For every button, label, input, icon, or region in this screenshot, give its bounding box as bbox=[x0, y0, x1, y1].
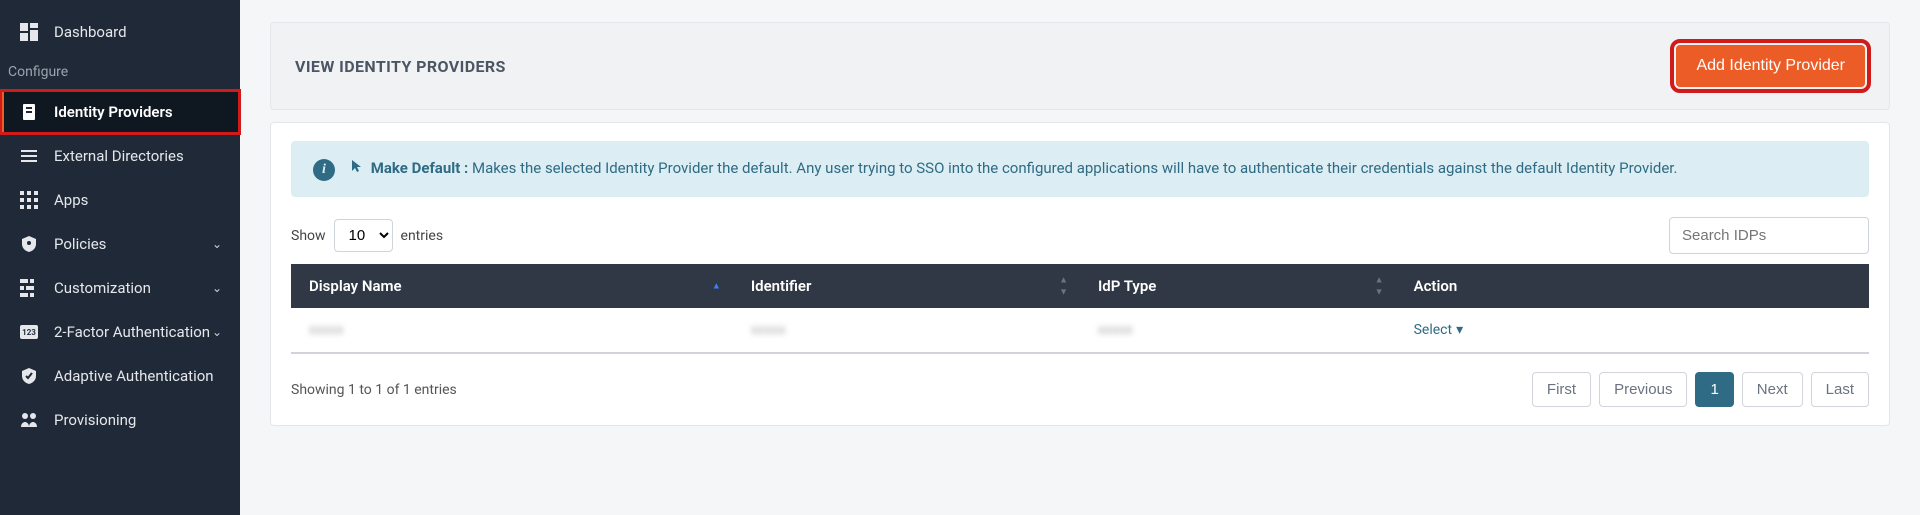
table-summary: Showing 1 to 1 of 1 entries bbox=[291, 382, 457, 398]
identity-icon bbox=[18, 101, 40, 123]
page-last[interactable]: Last bbox=[1811, 372, 1869, 407]
sidebar-item-label: External Directories bbox=[54, 147, 184, 165]
table-row: xxxxx xxxxx xxxxx Select ▾ bbox=[291, 308, 1869, 353]
info-icon: i bbox=[313, 159, 335, 181]
page-next[interactable]: Next bbox=[1742, 372, 1803, 407]
sidebar-item-policies[interactable]: Policies ⌄ bbox=[0, 222, 240, 266]
provisioning-icon bbox=[18, 409, 40, 431]
sidebar: Dashboard Configure Identity Providers E… bbox=[0, 0, 240, 515]
info-body: Makes the selected Identity Provider the… bbox=[472, 159, 1677, 177]
page-number-1[interactable]: 1 bbox=[1695, 372, 1733, 407]
make-default-info: i Make Default : Makes the selected Iden… bbox=[291, 141, 1869, 197]
sidebar-item-label: Customization bbox=[54, 279, 151, 297]
caret-down-icon: ▾ bbox=[1456, 322, 1463, 338]
sidebar-item-identity-providers[interactable]: Identity Providers bbox=[0, 90, 240, 134]
page-first[interactable]: First bbox=[1532, 372, 1591, 407]
panel-header: VIEW IDENTITY PROVIDERS Add Identity Pro… bbox=[270, 22, 1890, 110]
apps-icon bbox=[18, 189, 40, 211]
info-lead: Make Default : bbox=[371, 159, 469, 177]
sidebar-item-label: Adaptive Authentication bbox=[54, 367, 214, 385]
sidebar-item-adaptive-auth[interactable]: Adaptive Authentication bbox=[0, 354, 240, 398]
idp-table: Display Name ▲ Identifier ▲▼ IdP Type ▲▼… bbox=[291, 264, 1869, 354]
sidebar-item-label: Apps bbox=[54, 191, 88, 209]
cursor-icon bbox=[351, 159, 367, 177]
table-controls: Show 10 entries bbox=[291, 217, 1869, 254]
directories-icon bbox=[18, 145, 40, 167]
sidebar-item-2fa[interactable]: 123 2-Factor Authentication ⌄ bbox=[0, 310, 240, 354]
sidebar-item-label: Dashboard bbox=[54, 23, 127, 41]
twofa-icon: 123 bbox=[18, 321, 40, 343]
sidebar-item-label: Provisioning bbox=[54, 411, 136, 429]
sidebar-item-apps[interactable]: Apps bbox=[0, 178, 240, 222]
chevron-down-icon: ⌄ bbox=[212, 281, 222, 295]
customization-icon bbox=[18, 277, 40, 299]
column-display-name[interactable]: Display Name ▲ bbox=[291, 264, 733, 308]
policies-icon bbox=[18, 233, 40, 255]
main-content: VIEW IDENTITY PROVIDERS Add Identity Pro… bbox=[240, 0, 1920, 515]
sidebar-item-dashboard[interactable]: Dashboard bbox=[0, 10, 240, 54]
show-label-prefix: Show bbox=[291, 228, 326, 244]
sidebar-section-configure: Configure bbox=[0, 54, 240, 90]
page-size-select[interactable]: 10 bbox=[334, 219, 393, 252]
column-idp-type[interactable]: IdP Type ▲▼ bbox=[1080, 264, 1396, 308]
page-previous[interactable]: Previous bbox=[1599, 372, 1687, 407]
row-action-select[interactable]: Select ▾ bbox=[1414, 322, 1464, 338]
sort-icon: ▲ bbox=[712, 281, 721, 292]
sidebar-item-label: 2-Factor Authentication bbox=[54, 323, 210, 341]
cell-identifier: xxxxx bbox=[751, 322, 786, 338]
chevron-down-icon: ⌄ bbox=[212, 325, 222, 339]
dashboard-icon bbox=[18, 21, 40, 43]
column-identifier[interactable]: Identifier ▲▼ bbox=[733, 264, 1080, 308]
panel-body: i Make Default : Makes the selected Iden… bbox=[270, 122, 1890, 426]
column-action: Action bbox=[1396, 264, 1869, 308]
sidebar-item-external-directories[interactable]: External Directories bbox=[0, 134, 240, 178]
page-size-control: Show 10 entries bbox=[291, 219, 443, 252]
sort-icon: ▲▼ bbox=[1375, 275, 1384, 298]
info-text: Make Default : Makes the selected Identi… bbox=[351, 157, 1677, 180]
sidebar-item-label: Identity Providers bbox=[54, 103, 173, 121]
search-input[interactable] bbox=[1669, 217, 1869, 254]
sort-icon: ▲▼ bbox=[1059, 275, 1068, 298]
chevron-down-icon: ⌄ bbox=[212, 237, 222, 251]
page-title: VIEW IDENTITY PROVIDERS bbox=[295, 57, 506, 76]
sidebar-item-label: Policies bbox=[54, 235, 106, 253]
table-footer: Showing 1 to 1 of 1 entries First Previo… bbox=[291, 372, 1869, 407]
add-identity-provider-button[interactable]: Add Identity Provider bbox=[1676, 45, 1865, 87]
sidebar-item-customization[interactable]: Customization ⌄ bbox=[0, 266, 240, 310]
svg-text:123: 123 bbox=[22, 328, 36, 337]
sidebar-item-provisioning[interactable]: Provisioning bbox=[0, 398, 240, 442]
show-label-suffix: entries bbox=[401, 228, 444, 244]
cell-idp-type: xxxxx bbox=[1098, 322, 1133, 338]
cell-display-name: xxxxx bbox=[309, 322, 344, 338]
adaptive-icon bbox=[18, 365, 40, 387]
pagination: First Previous 1 Next Last bbox=[1532, 372, 1869, 407]
